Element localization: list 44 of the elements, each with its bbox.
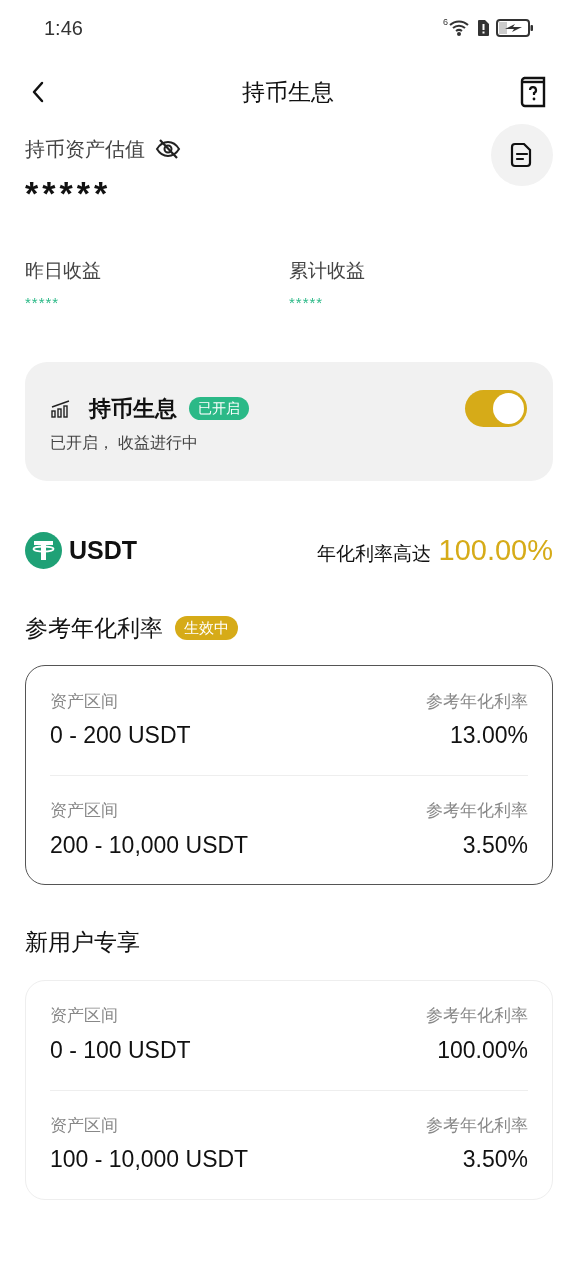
range-value: 100 - 10,000 USDT — [50, 1145, 250, 1174]
earnings-label: 累计收益 — [289, 259, 366, 283]
rate-label: 参考年化利率 — [425, 690, 528, 713]
sim-alert-icon — [476, 19, 490, 37]
assets-label: 持币资产估值 — [25, 137, 145, 162]
coin-logo-icon — [25, 532, 62, 570]
range-label: 资产区间 — [50, 800, 119, 822]
rate-label: 参考年化利率 — [425, 800, 528, 822]
earnings-value: ***** — [25, 292, 61, 313]
range-value: 0 - 200 USDT — [50, 721, 192, 750]
help-book-icon[interactable] — [518, 75, 548, 109]
toggle-switch[interactable] — [465, 390, 527, 427]
section-title: 参考年化利率 — [25, 613, 163, 643]
rate-label: 参考年化利率 — [425, 1114, 528, 1137]
rate-value: 3.50% — [461, 830, 528, 860]
range-value: 200 - 10,000 USDT — [50, 830, 250, 860]
back-icon — [30, 80, 46, 104]
wifi-icon — [448, 19, 470, 37]
document-icon — [510, 142, 534, 168]
status-time: 1:46 — [44, 16, 83, 41]
earnings-value: ***** — [289, 292, 325, 313]
rate-label: 参考年化利率 — [425, 1005, 528, 1027]
rate-label: 年化利率高达 — [316, 542, 431, 566]
earnings-label: 昨日收益 — [25, 259, 102, 283]
rate-value: 100.00% — [436, 1035, 528, 1065]
network-type: 6 — [443, 16, 448, 30]
rate-value: 13.00% — [449, 721, 528, 750]
range-label: 资产区间 — [50, 690, 119, 713]
rate-value: 3.50% — [461, 1145, 528, 1174]
feature-subtitle: 已开启， 收益进行中 — [50, 433, 200, 453]
battery-charging-icon — [496, 18, 534, 38]
section-title: 新用户专享 — [25, 928, 140, 957]
bar-chart-icon — [51, 399, 71, 418]
range-label: 资产区间 — [50, 1114, 119, 1137]
max-rate: 100.00% — [438, 533, 553, 568]
status-badge: 生效中 — [175, 615, 238, 640]
status-badge: 已开启 — [189, 397, 249, 420]
coin-name: USDT — [69, 535, 138, 566]
page-title: 持币生息 — [242, 77, 334, 107]
eye-hidden-icon[interactable] — [155, 138, 181, 160]
range-label: 资产区间 — [50, 1005, 119, 1027]
range-value: 0 - 100 USDT — [50, 1035, 192, 1065]
assets-value: ***** — [25, 173, 113, 214]
feature-title: 持币生息 — [89, 395, 177, 423]
